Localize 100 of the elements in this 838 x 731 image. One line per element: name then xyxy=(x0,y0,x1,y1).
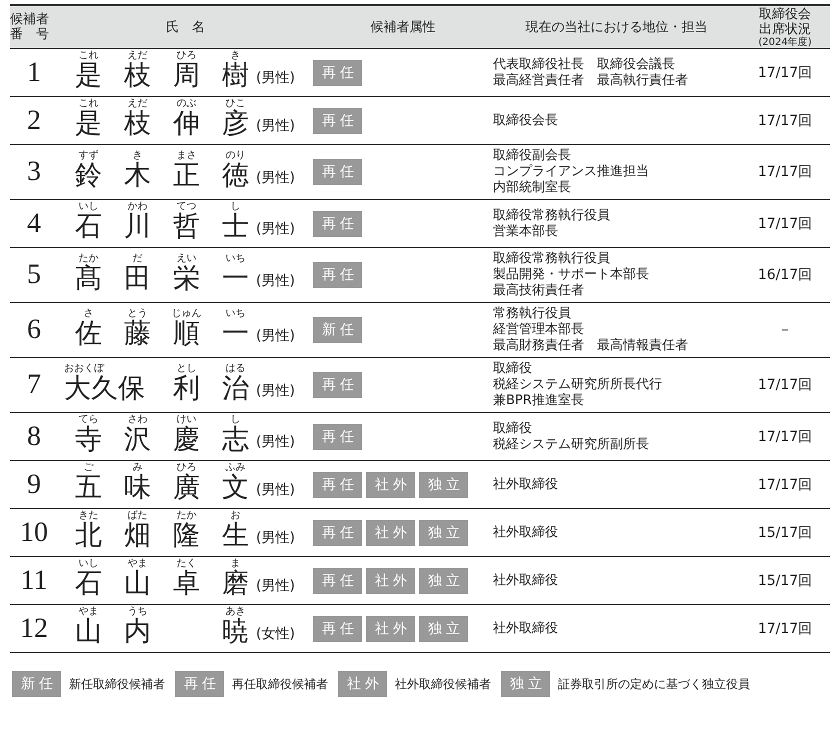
position-text: 取締役 xyxy=(493,420,533,436)
position-text: 社外取締役 xyxy=(493,620,559,636)
name-kanji: 一 xyxy=(222,318,249,348)
attribute-tag: 再任 xyxy=(313,424,362,450)
furigana: き xyxy=(132,150,142,160)
column-header: 取締役会 xyxy=(759,6,811,22)
name-kanji: 五 xyxy=(75,473,102,503)
position-text: 社外取締役 xyxy=(493,476,559,492)
furigana: これ xyxy=(78,98,98,109)
furigana: ひろ xyxy=(176,50,196,61)
position-text: 税経システム研究所副所長 xyxy=(493,436,650,452)
name-kanji: 大久保 xyxy=(64,374,145,404)
position-text: 最高財務責任者 最高情報責任者 xyxy=(493,338,689,354)
gender: (男性) xyxy=(256,117,295,136)
furigana: これ xyxy=(78,50,98,61)
legend-text: 新任取締役候補者 xyxy=(69,676,165,692)
attendance: 17/17回 xyxy=(758,476,812,494)
attendance: 17/17回 xyxy=(758,376,812,394)
furigana: さわ xyxy=(128,414,148,425)
name-kanji: 正 xyxy=(173,160,200,190)
name-kanji: 卓 xyxy=(173,569,200,599)
furigana: いし xyxy=(78,558,98,569)
furigana: やま xyxy=(128,558,148,569)
position-text: 社外取締役 xyxy=(493,524,559,540)
attribute-tag: 独立 xyxy=(501,671,550,697)
gender: (男性) xyxy=(256,326,295,346)
furigana: し xyxy=(230,414,240,425)
furigana: うち xyxy=(128,606,148,617)
position-text: 取締役会長 xyxy=(493,112,559,128)
candidate-number: 5 xyxy=(27,259,41,291)
name-kanji: 慶 xyxy=(173,425,200,455)
attribute-tag: 再任 xyxy=(313,60,362,86)
position-text: 取締役常務執行役員 xyxy=(493,208,611,224)
furigana: いち xyxy=(226,252,246,264)
position-text: 内部統制室長 xyxy=(493,180,572,196)
furigana: のぶ xyxy=(176,98,196,109)
name-kanji: 木 xyxy=(124,160,151,190)
attribute-tag: 再任 xyxy=(313,520,362,546)
furigana: たか xyxy=(176,510,196,521)
gender: (男性) xyxy=(256,220,295,239)
furigana: てら xyxy=(78,414,98,425)
position-text: 兼BPR推進室長 xyxy=(493,393,585,409)
name-kanji: 是 xyxy=(75,61,102,91)
furigana: のり xyxy=(226,150,246,160)
candidate-number: 1 xyxy=(27,56,41,88)
attendance: 17/17回 xyxy=(758,428,812,446)
position-text: 取締役副会長 xyxy=(493,148,572,164)
name-kanji: 一 xyxy=(222,264,249,294)
gender: (男性) xyxy=(256,69,295,88)
name-kanji: 隆 xyxy=(173,521,200,551)
gender: (男性) xyxy=(256,529,295,548)
gender: (男性) xyxy=(256,577,295,596)
position-text: 常務執行役員 xyxy=(493,306,572,322)
column-header: 氏 名 xyxy=(166,20,205,34)
furigana: てつ xyxy=(176,201,196,212)
name-kanji: 北 xyxy=(75,521,102,551)
attribute-tag: 再任 xyxy=(313,372,362,398)
candidate-number: 11 xyxy=(20,564,48,596)
name-kanji: 順 xyxy=(173,318,200,348)
furigana: ひこ xyxy=(226,98,246,109)
name-kanji: 佐 xyxy=(75,318,102,348)
candidate-number: 12 xyxy=(20,612,48,644)
gender: (女性) xyxy=(256,625,295,644)
furigana: たか xyxy=(78,252,98,264)
furigana: し xyxy=(230,201,240,212)
legend-text: 社外取締役候補者 xyxy=(395,676,491,692)
candidate-number: 6 xyxy=(27,314,41,346)
gender: (男性) xyxy=(256,272,295,290)
furigana: とう xyxy=(128,308,148,318)
name-kanji: 暁 xyxy=(222,617,249,647)
furigana: えい xyxy=(176,252,196,264)
name-kanji: 石 xyxy=(75,569,102,599)
furigana: やま xyxy=(78,606,98,617)
furigana: とし xyxy=(176,362,196,374)
position-text: コンプライアンス推進担当 xyxy=(493,164,650,180)
name-kanji: 藤 xyxy=(124,318,151,348)
gender: (男性) xyxy=(256,433,295,452)
attribute-tag: 社外 xyxy=(366,472,415,498)
attendance: 17/17回 xyxy=(758,163,812,181)
attendance: 17/17回 xyxy=(758,620,812,638)
name-kanji: 治 xyxy=(222,374,249,404)
position-text: 取締役 xyxy=(493,361,533,377)
furigana: ばた xyxy=(128,510,148,521)
legend-text: 再任取締役候補者 xyxy=(232,676,328,692)
attribute-tag: 再任 xyxy=(313,108,362,134)
furigana: たく xyxy=(176,558,196,569)
attendance: 16/17回 xyxy=(758,266,812,284)
attribute-tag: 再任 xyxy=(313,616,362,642)
name-kanji: 畑 xyxy=(124,521,151,551)
furigana: おおくぼ xyxy=(64,362,104,374)
name-kanji: 周 xyxy=(173,61,200,91)
name-kanji: 伸 xyxy=(173,109,200,139)
attribute-tag: 独立 xyxy=(419,520,468,546)
name-kanji: 文 xyxy=(222,473,249,503)
attribute-tag: 社外 xyxy=(338,671,387,697)
name-kanji: 石 xyxy=(75,212,102,242)
name-kanji: 彦 xyxy=(222,109,249,139)
attribute-tag: 新任 xyxy=(313,317,362,343)
name-kanji: 徳 xyxy=(222,160,249,190)
attribute-tag: 独立 xyxy=(419,616,468,642)
